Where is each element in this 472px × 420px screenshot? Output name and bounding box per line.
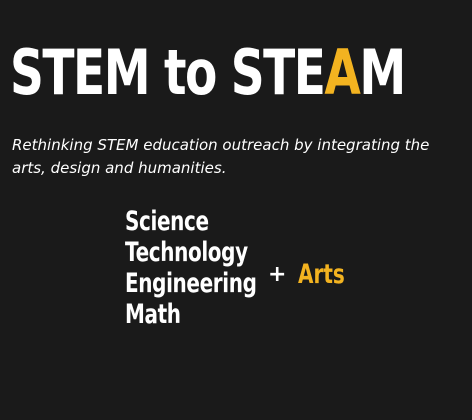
subject-math: Math: [125, 299, 181, 330]
subject-engineering: Engineering: [125, 268, 257, 299]
tagline: Rethinking STEM education outreach by in…: [12, 136, 430, 177]
subject-science: Science: [125, 206, 209, 237]
headline-part-1: STEM to STE: [10, 36, 326, 109]
headline-accent-letter: A: [324, 36, 360, 109]
subject-technology: Technology: [125, 237, 248, 268]
headline-part-2: M: [359, 36, 406, 109]
plus-sign: +: [268, 262, 287, 287]
headline: STEM to STEAM: [10, 42, 406, 104]
arts-label: Arts: [298, 259, 345, 290]
